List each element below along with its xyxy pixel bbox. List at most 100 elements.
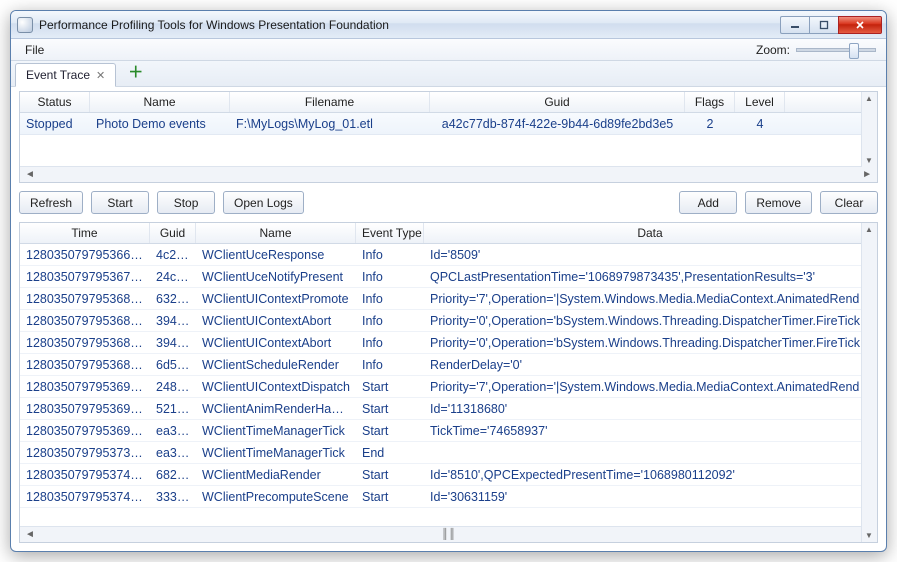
toolbar: Refresh Start Stop Open Logs Add Remove … — [19, 189, 878, 216]
col-ev-name[interactable]: Name — [196, 223, 356, 243]
events-header: Time Guid Name Event Type Data — [20, 223, 877, 244]
event-row[interactable]: 12803507979536816739404WClientUIContextA… — [20, 310, 877, 332]
open-logs-button[interactable]: Open Logs — [223, 191, 304, 214]
event-row[interactable]: 128035079795373972ea3b4WClientTimeManage… — [20, 442, 877, 464]
col-status[interactable]: Status — [20, 92, 90, 112]
cell-data: Id='8510',QPCExpectedPresentTime='106898… — [424, 466, 877, 484]
cell-type: Start — [356, 400, 424, 418]
cell-name: WClientUIContextPromote — [196, 290, 356, 308]
cell-guid: 6827e — [150, 466, 196, 484]
zoom-label: Zoom: — [756, 43, 790, 57]
col-data[interactable]: Data — [424, 223, 877, 243]
cell-type: Info — [356, 334, 424, 352]
session-row[interactable]: Stopped Photo Demo events F:\MyLogs\MyLo… — [20, 113, 877, 135]
cell-flags: 2 — [685, 115, 735, 133]
remove-button[interactable]: Remove — [745, 191, 812, 214]
cell-time: 128035079795367626 — [20, 268, 150, 286]
cell-data: Id='8509' — [424, 246, 877, 264]
events-body: 1280350797953665374c253WClientUceRespons… — [20, 244, 877, 526]
app-window: Performance Profiling Tools for Windows … — [10, 10, 887, 552]
event-row[interactable]: 128035079795369722521c1WClientAnimRender… — [20, 398, 877, 420]
event-row[interactable]: 12803507979537421733314WClientPrecompute… — [20, 486, 877, 508]
event-row[interactable]: 1280350797953685666d5aeWClientScheduleRe… — [20, 354, 877, 376]
cell-data: Priority='0',Operation='bSystem.Windows.… — [424, 334, 877, 352]
col-level[interactable]: Level — [735, 92, 785, 112]
cell-data — [424, 451, 877, 455]
event-row[interactable]: 1280350797953693572481aWClientUIContextD… — [20, 376, 877, 398]
stop-button[interactable]: Stop — [157, 191, 215, 214]
window-title: Performance Profiling Tools for Windows … — [39, 18, 774, 32]
col-flags[interactable]: Flags — [685, 92, 735, 112]
start-button[interactable]: Start — [91, 191, 149, 214]
tabstrip: Event Trace ✕ ＋ — [11, 61, 886, 87]
cell-data: QPCLastPresentationTime='1068979873435',… — [424, 268, 877, 286]
col-ev-guid[interactable]: Guid — [150, 223, 196, 243]
tab-label: Event Trace — [26, 68, 90, 82]
content-area: Status Name Filename Guid Flags Level St… — [11, 87, 886, 551]
cell-data: Id='11318680' — [424, 400, 877, 418]
cell-time: 128035079795369357 — [20, 378, 150, 396]
app-icon — [17, 17, 33, 33]
cell-data: Priority='7',Operation='|System.Windows.… — [424, 378, 877, 396]
cell-type: Start — [356, 422, 424, 440]
zoom-slider-thumb[interactable] — [849, 43, 859, 59]
cell-time: 128035079795368566 — [20, 356, 150, 374]
close-tab-icon[interactable]: ✕ — [96, 69, 105, 82]
event-row[interactable]: 128035079795368071632d4WClientUIContextP… — [20, 288, 877, 310]
cell-guid: 24cd1 — [150, 268, 196, 286]
col-filename[interactable]: Filename — [230, 92, 430, 112]
cell-guid: 39404 — [150, 334, 196, 352]
cell-data: TickTime='74658937' — [424, 422, 877, 440]
cell-guid: 632d4 — [150, 290, 196, 308]
col-event-type[interactable]: Event Type — [356, 223, 424, 243]
col-time[interactable]: Time — [20, 223, 150, 243]
cell-time: 128035079795374150 — [20, 466, 150, 484]
add-tab-button[interactable]: ＋ — [120, 57, 151, 86]
cell-name: WClientTimeManagerTick — [196, 422, 356, 440]
cell-guid: 2481a — [150, 378, 196, 396]
cell-time: 128035079795374217 — [20, 488, 150, 506]
cell-level: 4 — [735, 115, 785, 133]
cell-data: Priority='7',Operation='|System.Windows.… — [424, 290, 877, 308]
clear-button[interactable]: Clear — [820, 191, 878, 214]
zoom-slider[interactable] — [796, 48, 876, 52]
cell-type: Info — [356, 290, 424, 308]
plus-icon: ＋ — [128, 64, 143, 81]
cell-name: WClientUceResponse — [196, 246, 356, 264]
cell-name: WClientMediaRender — [196, 466, 356, 484]
cell-type: Info — [356, 312, 424, 330]
event-row[interactable]: 12803507979536846239404WClientUIContextA… — [20, 332, 877, 354]
cell-name: WClientScheduleRender — [196, 356, 356, 374]
refresh-button[interactable]: Refresh — [19, 191, 83, 214]
cell-guid: 33314 — [150, 488, 196, 506]
session-hscroll[interactable]: ◄► — [20, 166, 877, 182]
cell-guid: 39404 — [150, 312, 196, 330]
cell-guid: a42c77db-874f-422e-9b44-6d89fe2bd3e5 — [430, 115, 685, 133]
cell-name: WClientUIContextAbort — [196, 312, 356, 330]
col-name[interactable]: Name — [90, 92, 230, 112]
minimize-button[interactable] — [780, 16, 809, 34]
event-row[interactable]: 1280350797953741506827eWClientMediaRende… — [20, 464, 877, 486]
close-button[interactable] — [838, 16, 882, 34]
tab-event-trace[interactable]: Event Trace ✕ — [15, 63, 116, 87]
menu-file[interactable]: File — [17, 41, 52, 59]
cell-guid: 4c253 — [150, 246, 196, 264]
cell-guid: 6d5ae — [150, 356, 196, 374]
cell-data: Priority='0',Operation='bSystem.Windows.… — [424, 312, 877, 330]
events-panel: Time Guid Name Event Type Data 128035079… — [19, 222, 878, 543]
maximize-button[interactable] — [809, 16, 838, 34]
events-vscroll[interactable] — [861, 223, 877, 542]
event-row[interactable]: 1280350797953665374c253WClientUceRespons… — [20, 244, 877, 266]
col-guid[interactable]: Guid — [430, 92, 685, 112]
add-button[interactable]: Add — [679, 191, 737, 214]
titlebar[interactable]: Performance Profiling Tools for Windows … — [11, 11, 886, 39]
event-row[interactable]: 12803507979536762624cd1WClientUceNotifyP… — [20, 266, 877, 288]
cell-type: Start — [356, 378, 424, 396]
session-panel: Status Name Filename Guid Flags Level St… — [19, 91, 878, 183]
session-vscroll[interactable] — [861, 92, 877, 167]
event-row[interactable]: 128035079795369802ea3b4WClientTimeManage… — [20, 420, 877, 442]
cell-name: Photo Demo events — [90, 115, 230, 133]
cell-time: 128035079795368462 — [20, 334, 150, 352]
events-hscroll[interactable]: ◄║║► — [20, 526, 877, 542]
cell-time: 128035079795368071 — [20, 290, 150, 308]
